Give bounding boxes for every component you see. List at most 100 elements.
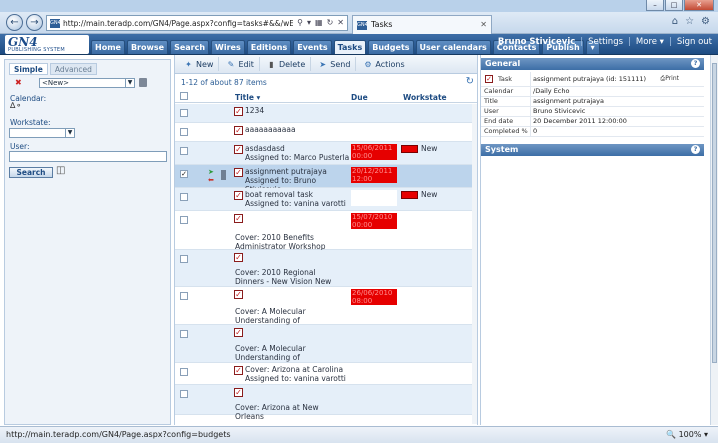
table-row[interactable]: ✓ boat removal task Assigned to: vanina v… [175,188,477,211]
forward-button[interactable]: → [26,14,43,31]
tab-advanced[interactable]: Advanced [49,63,97,75]
table-row[interactable]: ✓ Cover: A Molecular Understanding of Ep… [175,287,477,334]
row-checkbox[interactable] [180,330,188,338]
stop-icon[interactable]: ✕ [337,18,344,27]
table-row[interactable]: ✓ Cover: Arizona at New Orleans [175,385,477,421]
search-tools-icon[interactable]: ✖ [15,78,22,87]
prop-key: Completed % [484,127,528,135]
maximize-button[interactable]: □ [665,0,683,11]
page-scrollbar[interactable] [710,55,718,425]
favorites-star-icon[interactable]: ☆ [685,16,694,27]
send-label: Send [330,59,351,69]
saved-search-row: ✖ <New> ▼ [11,78,165,88]
col-due[interactable]: Due [351,93,368,102]
row-checkbox[interactable] [180,147,188,155]
table-row[interactable]: ✓ Cover: A Molecular Understanding of Ep… [175,325,477,371]
calendar-picker-icon[interactable]: ∆⚬ [10,101,22,110]
user-input[interactable] [9,151,167,162]
more-menu[interactable]: More ▾ [636,37,664,47]
tab-simple[interactable]: Simple [9,63,48,75]
search-options-icon[interactable]: ◫ [56,165,65,176]
close-tab-icon[interactable]: ✕ [480,20,487,29]
row-checkbox[interactable] [180,255,188,263]
actions-gear-icon: ⚙ [364,59,372,69]
row-title[interactable]: Cover: Arizona at New Orleans [235,403,340,421]
row-checkbox[interactable] [180,193,188,201]
row-title[interactable]: aaaaaaaaaaa [245,125,350,134]
select-all-checkbox[interactable] [180,92,188,100]
tab-user-calendars[interactable]: User calendars [415,40,491,54]
row-title[interactable]: 1234 [245,106,350,115]
saved-search-select[interactable]: <New> ▼ [39,78,135,88]
tab-search[interactable]: Search [170,40,210,54]
row-checkbox[interactable] [180,109,188,117]
locked-icon [221,170,226,180]
delete-button[interactable]: ▮ Delete [262,57,312,71]
new-button[interactable]: ✦ New [179,57,220,71]
table-row[interactable]: ✓ Cover: 2010 Regional Dinners - New Vis… [175,250,477,295]
row-checkbox[interactable] [180,390,188,398]
browser-tab-tasks[interactable]: GN4 Tasks ✕ [352,15,492,34]
settings-link[interactable]: Settings [588,37,623,47]
list-toolbar: ✦ New ✎ Edit ▮ Delete ➤ Send ⚙ Actions [175,55,477,74]
properties-table: ✓ Task assignment putrajaya (id: 151111)… [481,72,704,137]
tab-home[interactable]: Home [91,40,125,54]
minimize-button[interactable]: – [646,0,664,11]
home-icon[interactable]: ⌂ [672,16,678,27]
table-row[interactable]: ✓ aaaaaaaaaaa [175,123,477,142]
actions-label: Actions [375,59,405,69]
col-workstate[interactable]: Workstate [403,93,447,102]
row-checkbox[interactable] [180,128,188,136]
workstate-select[interactable]: ▼ [9,128,75,138]
workstate-text: New [421,190,438,199]
back-button[interactable]: ← [6,14,23,31]
search-button[interactable]: Search [9,167,53,178]
table-row[interactable]: ✓ 1234 [175,104,477,123]
column-headers: Title ▾ Due Workstate [175,89,477,103]
help-icon[interactable]: ? [691,145,700,154]
dropdown-icon[interactable]: ▾ [307,18,311,27]
row-title[interactable]: Cover: 2010 Benefits Administrator Works… [235,233,340,251]
task-status-icon: ✓ [234,126,243,135]
table-row-selected[interactable]: ✓ ➤ ⬅ ✓ assignment putrajaya Assigned to: … [175,165,477,194]
row-checkbox[interactable] [180,368,188,376]
search-icon[interactable]: ⚲ [297,18,303,27]
workstate-swatch [401,144,418,153]
print-button[interactable]: ⎙Print [660,74,679,83]
tab-browse[interactable]: Browse [126,40,169,54]
system-section-header[interactable]: System ? [481,144,704,156]
tab-events[interactable]: Events [293,40,332,54]
address-bar[interactable]: GN4 http://main.teradp.com/GN4/Page.aspx… [46,15,348,31]
refresh-icon[interactable]: ↻ [466,76,474,87]
zoom-level[interactable]: 🔍 100% ▾ [666,430,708,439]
scrollbar-thumb[interactable] [712,63,717,363]
close-window-button[interactable]: ✕ [684,0,714,11]
sign-out-link[interactable]: Sign out [677,37,712,47]
actions-button[interactable]: ⚙ Actions [358,57,409,71]
tab-wires[interactable]: Wires [211,40,245,54]
row-checkbox-checked[interactable]: ✓ [180,170,188,178]
row-title[interactable]: asdasdasd Assigned to: Marco Pusterla [245,144,350,162]
table-row[interactable]: ✓ Cover: Arizona at Carolina Assigned to:… [175,363,477,385]
row-checkbox[interactable] [180,216,188,224]
table-row[interactable]: ✓ Cover: 2010 Benefits Administrator Wor… [175,211,477,251]
tools-gear-icon[interactable]: ⚙ [701,16,710,27]
tab-editions[interactable]: Editions [246,40,292,54]
send-button[interactable]: ➤ Send [313,57,357,71]
refresh-icon[interactable]: ↻ [327,18,334,27]
workstate-swatch [401,190,418,199]
compat-icon[interactable]: ▦ [315,18,323,27]
delete-search-icon[interactable] [139,78,147,87]
edit-button[interactable]: ✎ Edit [221,57,260,71]
row-title[interactable]: Cover: Arizona at Carolina Assigned to: v… [245,365,350,383]
list-scrollbar[interactable] [472,104,477,424]
row-title[interactable]: boat removal task Assigned to: vanina var… [245,190,350,208]
tab-budgets[interactable]: Budgets [368,40,414,54]
col-title[interactable]: Title ▾ [235,93,260,102]
tab-tasks[interactable]: Tasks [333,40,367,54]
help-icon[interactable]: ? [691,59,700,68]
table-row[interactable]: ✓ asdasdasd Assigned to: Marco Pusterla 1… [175,142,477,165]
separator: | [580,37,584,47]
general-section-header[interactable]: General ? [481,58,704,70]
row-checkbox[interactable] [180,292,188,300]
